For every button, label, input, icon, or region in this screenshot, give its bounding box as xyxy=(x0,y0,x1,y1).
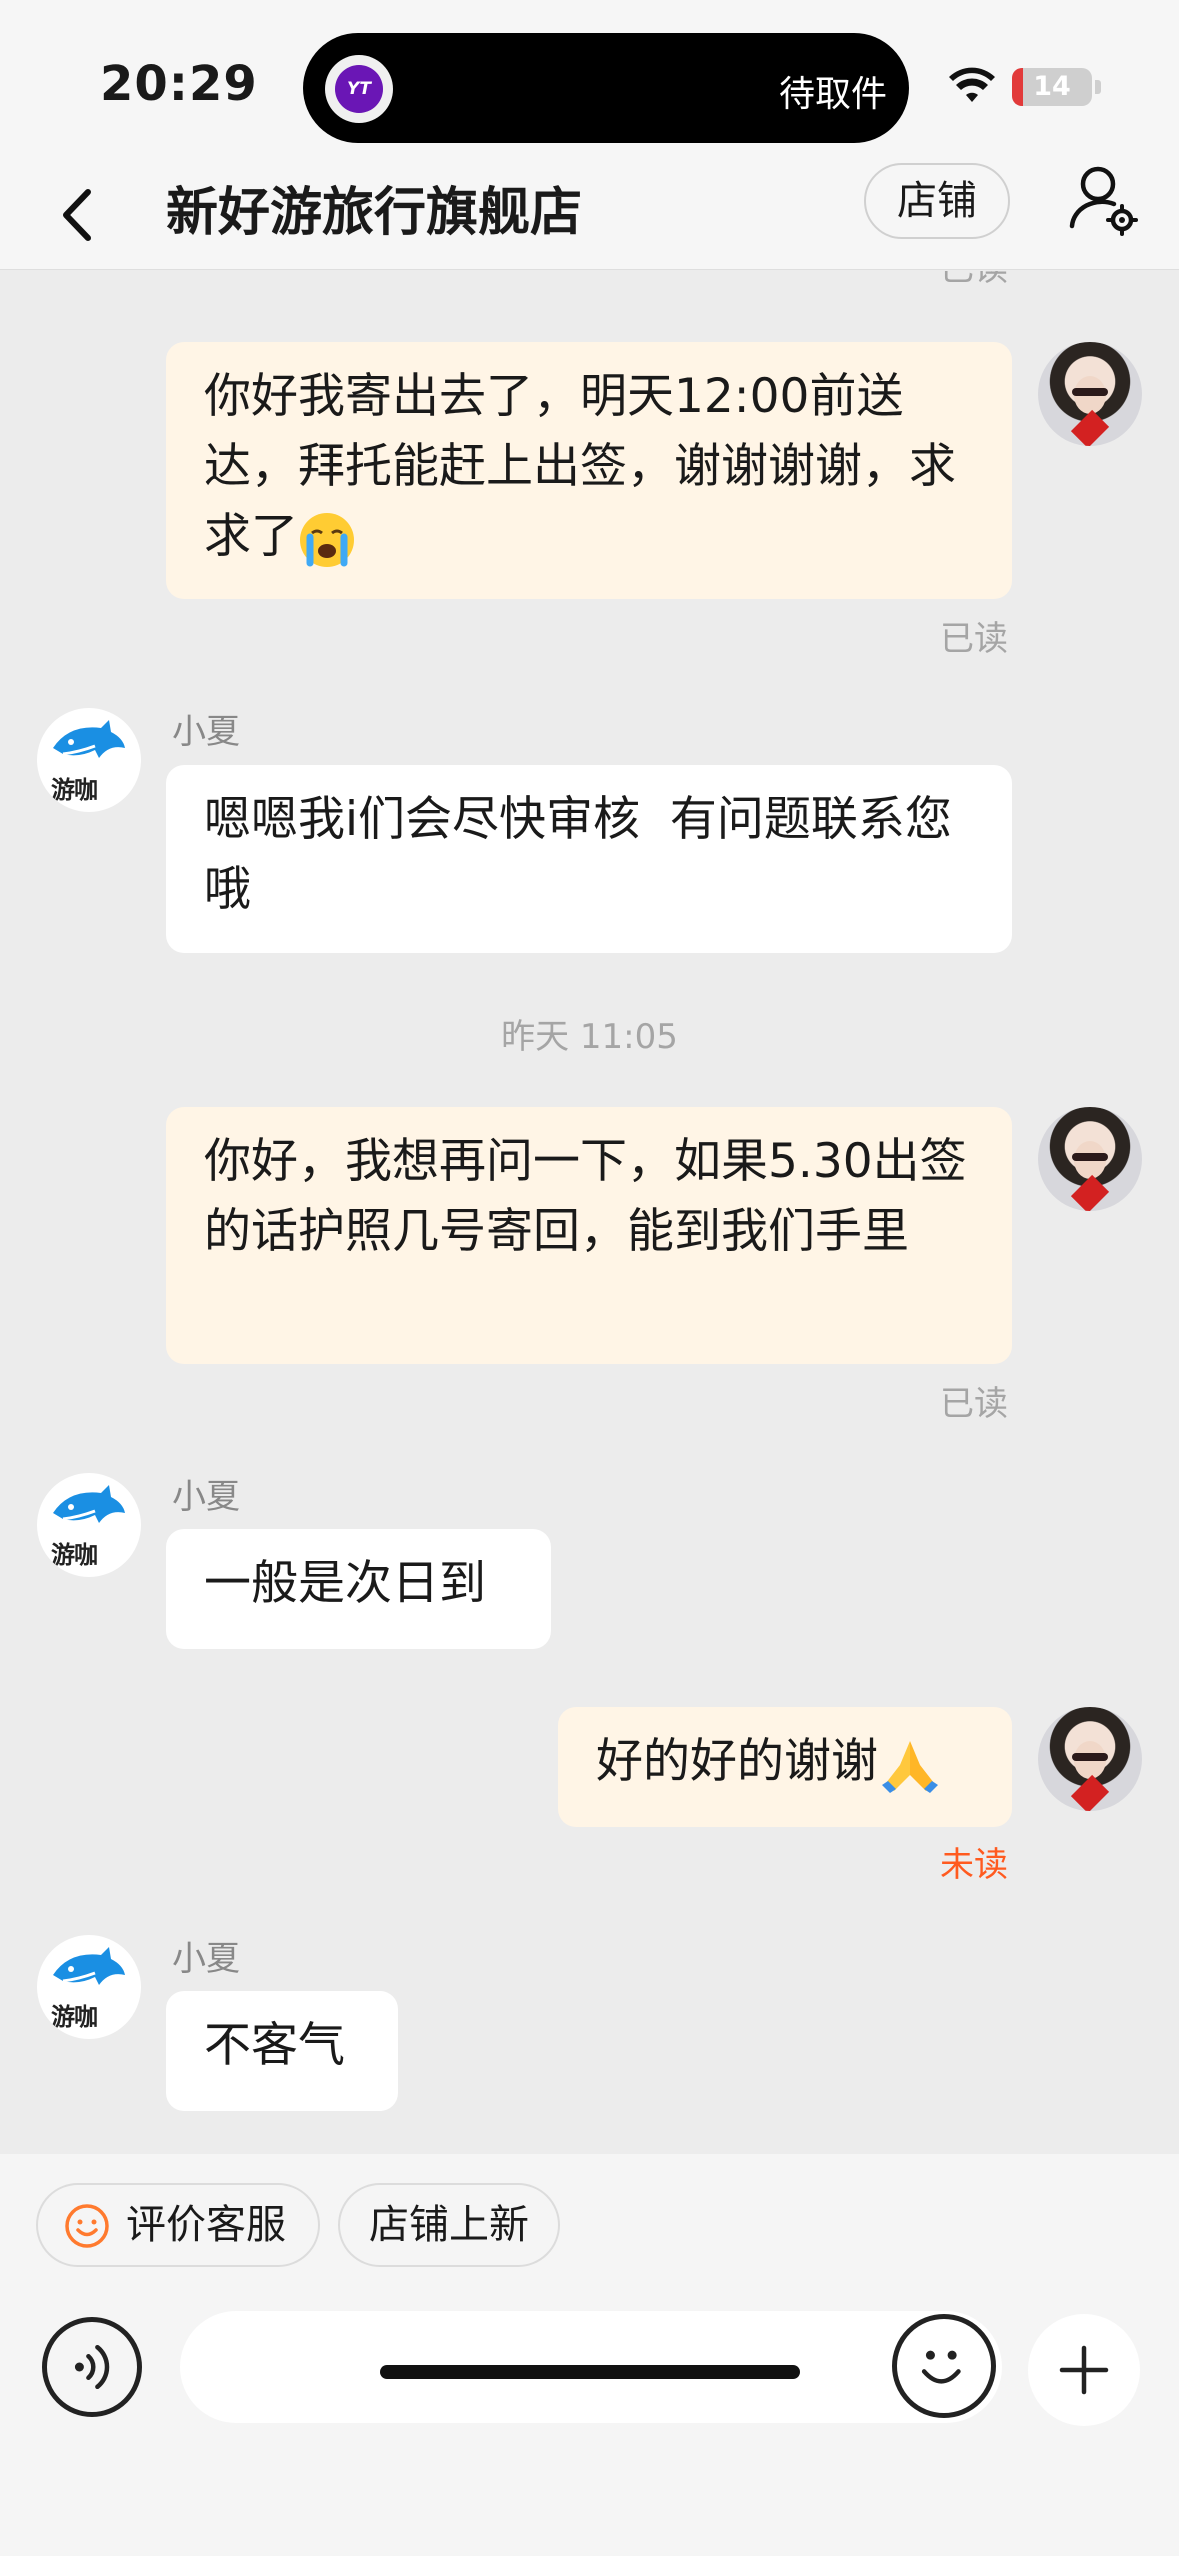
shop-avatar-brand: 游咖 xyxy=(51,776,98,804)
sender-name: 小夏 xyxy=(172,1477,240,1517)
timestamp: 昨天 11:05 xyxy=(501,1017,678,1057)
user-avatar[interactable] xyxy=(1038,1707,1142,1811)
wifi-icon xyxy=(949,67,995,102)
message-text: 不客气 xyxy=(204,2018,345,2073)
island-pickup-text: 待取件 xyxy=(778,74,887,115)
rate-service-chip[interactable]: 评价客服 xyxy=(36,2183,320,2267)
folded-hands-icon xyxy=(882,1740,938,1793)
message-bubble-theirs[interactable]: 一般是次日到 xyxy=(166,1529,551,1649)
home-indicator[interactable] xyxy=(380,2365,800,2379)
message-text: 嗯嗯我i们会尽快审核 有问题联系您哦 xyxy=(204,792,952,917)
read-status: 已读 xyxy=(940,1384,1008,1424)
shark-logo-icon xyxy=(53,1485,125,1523)
shop-avatar-brand: 游咖 xyxy=(51,1541,98,1569)
back-button[interactable] xyxy=(50,180,110,250)
shark-logo-icon xyxy=(53,720,125,758)
message-text: 你好，我想再问一下，如果5.30出签的话护照几号寄回，能到我们手里 xyxy=(204,1134,967,1259)
add-attachment-icon[interactable] xyxy=(1028,2314,1140,2426)
message-text: 好的好的谢谢 xyxy=(596,1734,878,1789)
shop-button[interactable]: 店铺 xyxy=(864,163,1010,239)
nav-bar: 新好游旅行旗舰店 店铺 xyxy=(0,160,1179,270)
message-bubble-mine[interactable]: 你好，我想再问一下，如果5.30出签的话护照几号寄回，能到我们手里 xyxy=(166,1107,1012,1364)
rate-service-label: 评价客服 xyxy=(126,2202,286,2248)
island-app-icon: YT xyxy=(325,55,393,123)
message-text: 一般是次日到 xyxy=(204,1556,486,1611)
user-settings-icon[interactable] xyxy=(1068,160,1140,240)
crying-face-icon xyxy=(300,512,354,567)
chat-area[interactable]: 已读 你好我寄出去了，明天12:00前送达，拜托能赶上出签，谢谢谢谢，求求了 已… xyxy=(0,271,1179,2154)
shop-avatar[interactable]: 游咖 xyxy=(37,1473,141,1577)
dynamic-island[interactable]: YT 待取件 xyxy=(303,33,909,143)
shark-logo-icon xyxy=(53,1947,125,1985)
emoji-picker-icon[interactable] xyxy=(892,2314,996,2418)
shop-avatar[interactable]: 游咖 xyxy=(37,1935,141,2039)
read-status: 已读 xyxy=(940,619,1008,659)
page-title: 新好游旅行旗舰店 xyxy=(166,183,583,243)
shop-avatar-brand: 游咖 xyxy=(51,2003,98,2031)
status-bar: 20:29 YT 待取件 14 xyxy=(0,0,1179,160)
read-status: 已读 xyxy=(940,271,1008,290)
sender-name: 小夏 xyxy=(172,1939,240,1979)
battery-icon: 14 xyxy=(1012,68,1092,106)
sender-name: 小夏 xyxy=(172,712,240,752)
voice-input-icon[interactable] xyxy=(42,2317,142,2417)
message-bubble-theirs[interactable]: 嗯嗯我i们会尽快审核 有问题联系您哦 xyxy=(166,765,1012,953)
battery-cap xyxy=(1095,80,1101,94)
message-bubble-theirs[interactable]: 不客气 xyxy=(166,1991,398,2111)
message-bubble-mine[interactable]: 你好我寄出去了，明天12:00前送达，拜托能赶上出签，谢谢谢谢，求求了 xyxy=(166,342,1012,599)
shop-avatar[interactable]: 游咖 xyxy=(37,708,141,812)
unread-status: 未读 xyxy=(940,1845,1008,1885)
status-time: 20:29 xyxy=(100,56,258,112)
battery-level: 14 xyxy=(1033,71,1071,102)
message-bubble-mine[interactable]: 好的好的谢谢 xyxy=(558,1707,1012,1827)
bottom-toolbar: 评价客服 店铺上新 xyxy=(0,2154,1179,2556)
user-avatar[interactable] xyxy=(1038,342,1142,446)
user-avatar[interactable] xyxy=(1038,1107,1142,1211)
island-app-label: YT xyxy=(335,65,383,113)
smiley-icon xyxy=(65,2204,109,2248)
shop-new-chip[interactable]: 店铺上新 xyxy=(338,2183,560,2267)
